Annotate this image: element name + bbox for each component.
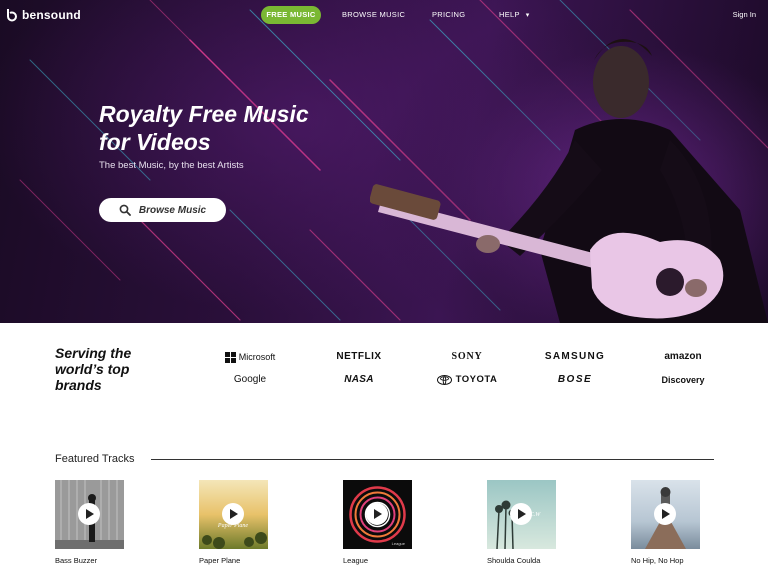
amazon-logo: amazon bbox=[664, 351, 702, 362]
toyota-logo-text: TOYOTA bbox=[455, 374, 498, 385]
track-cover[interactable]: C.W bbox=[487, 480, 556, 549]
toyota-logo: TOYOTA bbox=[412, 373, 522, 387]
bose-logo: BOSE bbox=[557, 374, 593, 385]
nav-free-music[interactable]: FREE MUSIC bbox=[261, 6, 321, 24]
track-card[interactable]: C.W Shoulda Coulda bbox=[487, 480, 556, 565]
brands-heading-line-3: brands bbox=[55, 377, 102, 393]
track-cover[interactable]: Paper Plane bbox=[199, 480, 268, 549]
hero-title-line-2: for Videos bbox=[99, 129, 211, 155]
nav-help-label: HELP bbox=[499, 10, 520, 19]
play-icon[interactable] bbox=[654, 503, 676, 525]
track-card[interactable]: League League bbox=[343, 480, 412, 565]
chevron-down-icon: ▾ bbox=[525, 12, 530, 19]
play-icon[interactable] bbox=[222, 503, 244, 525]
nav-help[interactable]: HELP ▾ bbox=[499, 6, 530, 24]
nav-pricing[interactable]: PRICING bbox=[432, 6, 465, 24]
guitarist-hero-image bbox=[370, 20, 768, 323]
samsung-logo: SAMSUNG bbox=[544, 351, 606, 362]
sony-logo: SONY bbox=[451, 351, 483, 362]
featured-tracks-heading: Featured Tracks bbox=[55, 453, 135, 465]
track-title[interactable]: Shoulda Coulda bbox=[487, 556, 556, 565]
microsoft-grid-icon bbox=[224, 351, 236, 363]
browse-music-label: Browse Music bbox=[138, 204, 207, 216]
microsoft-logo: Microsoft bbox=[195, 350, 305, 364]
brands-heading: Serving the world’s top brands bbox=[55, 345, 185, 393]
league-cover-text: League bbox=[392, 541, 406, 546]
featured-divider bbox=[151, 459, 714, 460]
play-icon[interactable] bbox=[366, 503, 388, 525]
track-title[interactable]: No Hip, No Hop bbox=[631, 556, 700, 565]
toyota-emblem-icon bbox=[436, 375, 452, 385]
play-icon[interactable] bbox=[78, 503, 100, 525]
track-card[interactable]: No Hip, No Hop bbox=[631, 480, 700, 565]
hero-title: Royalty Free Music for Videos bbox=[99, 100, 359, 156]
microsoft-logo-text: Microsoft bbox=[238, 352, 276, 362]
track-cover[interactable] bbox=[631, 480, 700, 549]
sign-in-link[interactable]: Sign In bbox=[733, 6, 756, 24]
hero-banner: bensound FREE MUSIC BROWSE MUSIC PRICING… bbox=[0, 0, 768, 323]
netflix-logo: NETFLIX bbox=[336, 351, 382, 362]
track-title[interactable]: Paper Plane bbox=[199, 556, 268, 565]
track-title[interactable]: League bbox=[343, 556, 412, 565]
hero-title-line-1: Royalty Free Music bbox=[99, 101, 309, 127]
track-cover[interactable]: League bbox=[343, 480, 412, 549]
top-navigation-bar: bensound FREE MUSIC BROWSE MUSIC PRICING… bbox=[0, 0, 768, 30]
track-cover[interactable] bbox=[55, 480, 124, 549]
nasa-logo: NASA bbox=[344, 374, 374, 385]
search-icon bbox=[119, 204, 131, 216]
main-nav: FREE MUSIC BROWSE MUSIC PRICING HELP ▾ bbox=[0, 6, 768, 24]
browse-music-button[interactable]: Browse Music bbox=[99, 198, 226, 222]
track-card[interactable]: Bass Buzzer bbox=[55, 480, 124, 565]
discovery-logo: Discovery bbox=[661, 375, 705, 385]
hero-subtitle: The best Music, by the best Artists bbox=[99, 160, 244, 171]
nav-browse-music[interactable]: BROWSE MUSIC bbox=[342, 6, 405, 24]
track-title[interactable]: Bass Buzzer bbox=[55, 556, 124, 565]
brands-heading-line-1: Serving the bbox=[55, 345, 132, 361]
google-logo: Google bbox=[233, 374, 267, 385]
play-icon[interactable] bbox=[510, 503, 532, 525]
brands-heading-line-2: world’s top bbox=[55, 361, 130, 377]
track-card[interactable]: Paper Plane Paper Plane bbox=[199, 480, 268, 565]
